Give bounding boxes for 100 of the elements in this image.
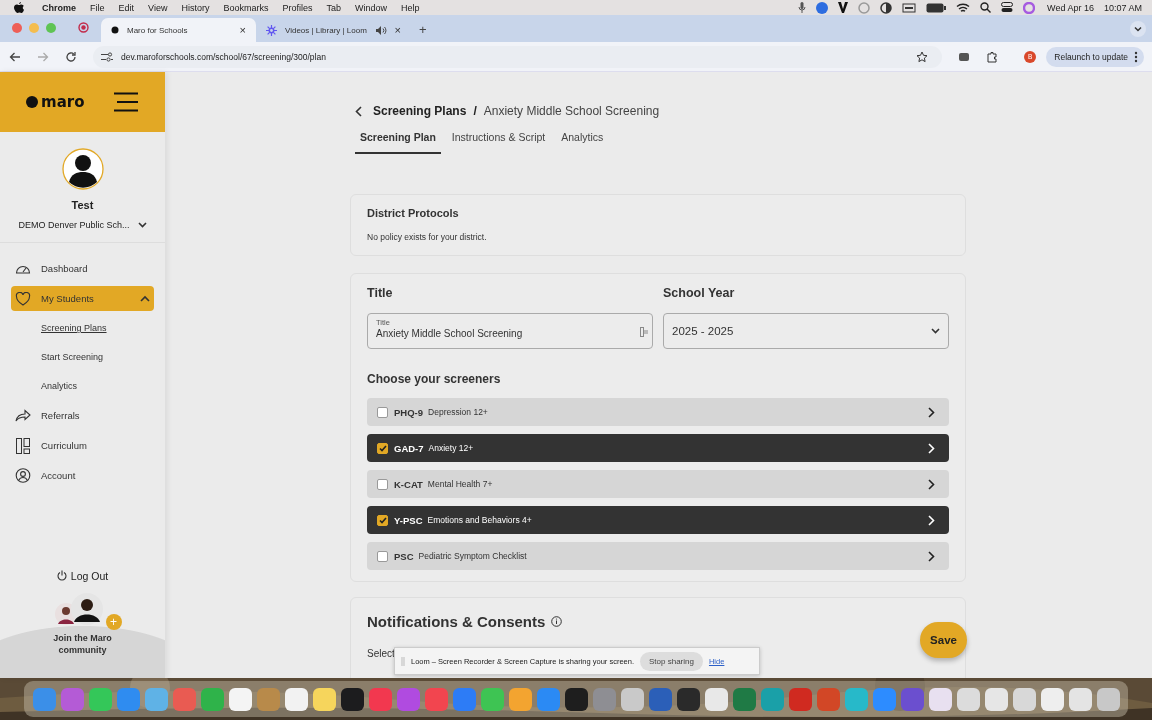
window-controls-icon[interactable] <box>12 22 56 33</box>
field-heading: Title <box>367 286 394 300</box>
tab[interactable]: Screening Plan <box>355 128 441 154</box>
siri-icon[interactable] <box>1023 1 1036 14</box>
microphone-icon[interactable] <box>798 2 807 13</box>
breadcrumb-current: Anxiety Middle School Screening <box>483 104 660 118</box>
browser-tab[interactable]: Maro for Schools × <box>101 18 256 42</box>
community-link[interactable]: Join the Maro community <box>42 631 123 656</box>
tab-close-button[interactable]: × <box>239 24 246 36</box>
screener-code: PSC <box>394 550 414 562</box>
screener-row[interactable]: K-CAT Mental Health 7+ <box>367 470 949 498</box>
reload-icon[interactable] <box>65 50 77 63</box>
screener-description: Pediatric Symptom Checklist <box>418 551 527 561</box>
policy-message: No policy exists for your district. <box>367 232 488 242</box>
menu-bar-date[interactable]: Wed Apr 16 <box>1047 2 1094 13</box>
nav-item[interactable]: Referrals <box>11 403 154 428</box>
menu-item[interactable]: Profiles <box>282 2 313 13</box>
nav-subitem[interactable]: Analytics <box>0 374 165 403</box>
power-icon <box>56 570 67 582</box>
screener-code: Y-PSC <box>394 514 423 526</box>
log-out-button[interactable]: Log Out <box>0 569 165 582</box>
avatar-icon <box>61 148 104 190</box>
menu-item[interactable]: Edit <box>118 2 135 13</box>
chevron-right-icon[interactable] <box>928 550 935 562</box>
screener-row[interactable]: PHQ-9 Depression 12+ <box>367 398 949 426</box>
school-year-select[interactable]: 2025 - 2025 <box>663 313 949 349</box>
community-panel[interactable]: + Join the Maro community <box>0 591 165 678</box>
menu-item[interactable]: Window <box>354 2 387 13</box>
nav-subitem[interactable]: Screening Plans <box>0 316 165 345</box>
search-icon[interactable] <box>980 2 992 13</box>
select-label: Select <box>367 648 395 659</box>
breadcrumb-separator: / <box>473 104 477 118</box>
apple-icon[interactable] <box>14 1 24 14</box>
menu-bar-time[interactable]: 10:07 AM <box>1103 2 1142 13</box>
nav-item[interactable]: My Students <box>11 286 154 311</box>
menu-item[interactable]: View <box>148 2 168 13</box>
new-tab-button[interactable]: + <box>419 22 427 37</box>
star-icon[interactable] <box>916 50 929 63</box>
relaunch-button[interactable]: Relaunch to update <box>1046 46 1144 67</box>
back-icon[interactable] <box>9 50 21 63</box>
district-select[interactable]: DEMO Denver Public Sch... <box>18 220 147 230</box>
circle-status-icon[interactable] <box>858 1 871 14</box>
menu-icon[interactable] <box>113 92 139 112</box>
chevron-down-icon[interactable] <box>137 222 147 228</box>
chevron-up-icon[interactable] <box>140 295 150 302</box>
section-heading: Notifications & Consents <box>367 613 546 630</box>
layout-icon <box>15 437 31 454</box>
control-center-icon[interactable] <box>1001 2 1014 13</box>
breadcrumb-link[interactable]: Screening Plans <box>373 104 467 118</box>
battery-icon[interactable] <box>926 2 947 13</box>
menu-item[interactable]: History <box>181 2 210 13</box>
half-circle-icon[interactable] <box>880 1 893 14</box>
puzzle-icon[interactable] <box>986 50 999 63</box>
checkbox[interactable] <box>377 442 388 454</box>
nav-item[interactable]: Account <box>11 463 154 488</box>
checkbox[interactable] <box>377 478 388 490</box>
wifi-icon[interactable] <box>956 2 971 13</box>
checkbox[interactable] <box>377 550 388 562</box>
nav-item[interactable]: Dashboard <box>11 256 154 281</box>
forward-icon[interactable] <box>37 50 49 63</box>
chevron-down-icon[interactable] <box>1130 21 1146 37</box>
nav-subitem[interactable]: Start Screening <box>0 345 165 374</box>
chevron-down-icon[interactable] <box>931 328 940 334</box>
info-icon[interactable] <box>551 616 563 627</box>
starburst-favicon-icon <box>266 24 277 36</box>
address-bar[interactable]: dev.maroforschools.com/school/67/screening/300/plan <box>93 45 943 68</box>
menu-item[interactable]: Tab <box>326 2 341 13</box>
user-name: Test <box>71 199 94 211</box>
section-heading: Choose your screeners <box>367 372 502 386</box>
chevron-right-icon[interactable] <box>928 406 935 418</box>
site-settings-icon[interactable] <box>101 51 113 62</box>
screener-row[interactable]: GAD-7 Anxiety 12+ <box>367 434 949 462</box>
speaker-icon[interactable] <box>375 25 387 35</box>
menu-app-name[interactable]: Chrome <box>42 2 76 13</box>
v-logo-icon[interactable] <box>838 2 849 13</box>
record-icon[interactable] <box>78 22 89 33</box>
autofill-icon[interactable] <box>640 327 648 337</box>
more-icon[interactable] <box>1134 50 1138 63</box>
tab[interactable]: Instructions & Script <box>446 128 551 154</box>
screener-description: Depression 12+ <box>428 407 488 417</box>
menu-item[interactable]: Help <box>401 2 420 13</box>
back-chevron-icon[interactable] <box>355 105 363 117</box>
tab-close-button[interactable]: × <box>394 24 401 36</box>
menu-item[interactable]: File <box>90 2 105 13</box>
checkbox[interactable] <box>377 406 388 418</box>
screener-row[interactable]: PSC Pediatric Symptom Checklist <box>367 542 949 570</box>
nav-item[interactable]: Curriculum <box>11 433 154 458</box>
zoom-status-icon[interactable] <box>816 1 829 14</box>
screener-row[interactable]: Y-PSC Emotions and Behaviors 4+ <box>367 506 949 534</box>
extension-badge-icon[interactable] <box>958 50 971 63</box>
chevron-right-icon[interactable] <box>928 478 935 490</box>
tab[interactable]: Analytics <box>556 128 609 154</box>
stop-sharing-button[interactable]: Stop sharing <box>640 651 703 671</box>
checkbox[interactable] <box>377 514 388 526</box>
menu-item[interactable]: Bookmarks <box>223 2 269 13</box>
maro-logo[interactable]: maro <box>26 93 85 111</box>
browser-tab[interactable]: Videos | Library | Loom × <box>256 18 411 42</box>
window-status-icon[interactable] <box>902 2 917 13</box>
share-arrow-icon <box>15 409 31 422</box>
screener-code: GAD-7 <box>394 442 424 454</box>
